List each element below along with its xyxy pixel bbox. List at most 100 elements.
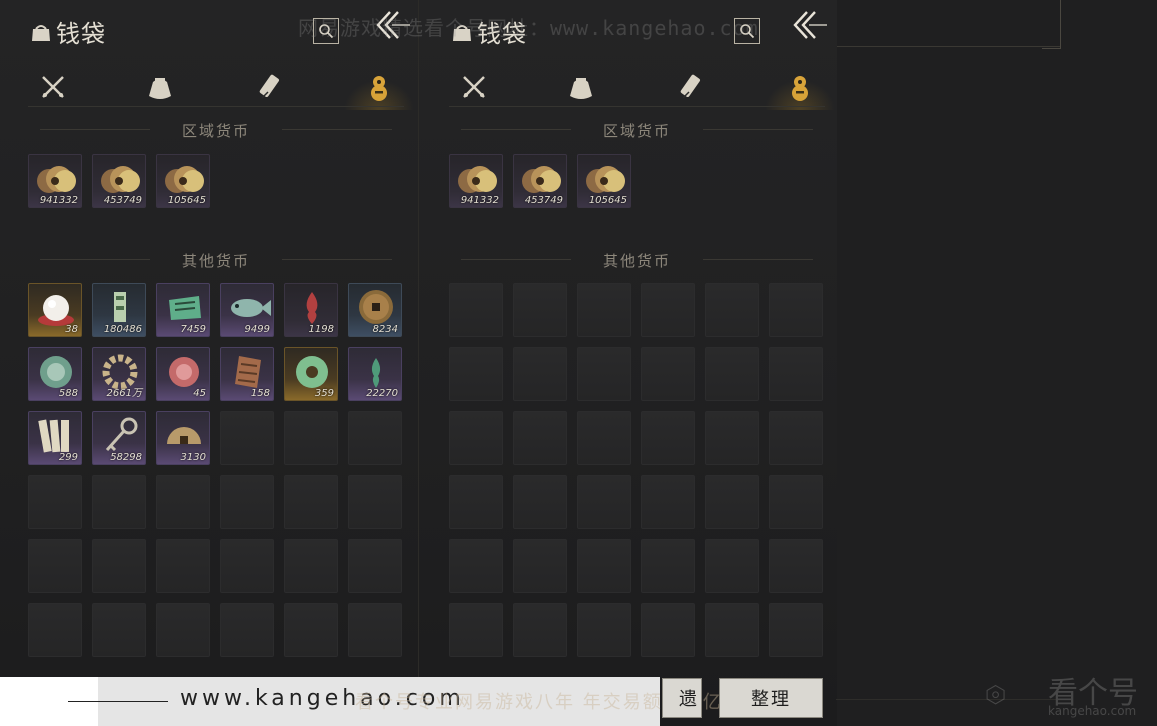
category-tabs-right xyxy=(449,66,835,112)
empty-slot xyxy=(577,283,631,337)
money-pouch-icon xyxy=(570,78,592,99)
empty-slot xyxy=(513,347,567,401)
region-currency-grid-right: 941332 453749 105645 xyxy=(449,154,823,208)
currency-item-slot[interactable]: 941332 xyxy=(28,154,82,208)
item-count: 7459 xyxy=(180,324,206,335)
bamboo-slips-icon xyxy=(38,419,69,453)
item-count: 158 xyxy=(250,388,270,399)
section-title-other-right: 其他货币 xyxy=(449,250,825,271)
currency-item-slot[interactable]: 22270 xyxy=(348,347,402,401)
currency-item-slot[interactable]: 9499 xyxy=(220,283,274,337)
empty-slot xyxy=(513,283,567,337)
currency-item-slot[interactable]: 2661万 xyxy=(92,347,146,401)
tab-currency[interactable] xyxy=(765,66,835,110)
empty-slot xyxy=(449,475,503,529)
page-title: 钱袋 xyxy=(56,20,106,48)
category-tabs xyxy=(28,66,414,112)
empty-slot xyxy=(769,347,823,401)
jade-token-icon xyxy=(114,292,126,322)
currency-item-slot[interactable]: 1198 xyxy=(284,283,338,337)
empty-slot xyxy=(284,475,338,529)
currency-item-slot[interactable]: 453749 xyxy=(513,154,567,208)
currency-item-slot[interactable]: 45 xyxy=(156,347,210,401)
empty-slot xyxy=(641,411,695,465)
empty-slot xyxy=(641,603,695,657)
currency-item-slot[interactable]: 7459 xyxy=(156,283,210,337)
back-arrow-icon[interactable] xyxy=(789,8,829,42)
empty-slot xyxy=(513,411,567,465)
currency-item-slot[interactable]: 3130 xyxy=(156,411,210,465)
empty-slot xyxy=(92,603,146,657)
partial-button[interactable]: 遗 xyxy=(662,678,702,718)
empty-slot xyxy=(577,475,631,529)
wallet-panel-right: 钱袋 区域货币 941332 453749 105645 其他货币 xyxy=(418,0,837,726)
item-count: 105645 xyxy=(167,195,206,206)
item-count: 588 xyxy=(58,388,78,399)
currency-item-slot[interactable]: 453749 xyxy=(92,154,146,208)
empty-slot xyxy=(577,603,631,657)
empty-slot xyxy=(705,347,759,401)
tab-currency[interactable] xyxy=(344,66,414,110)
tab-scroll[interactable] xyxy=(667,66,717,108)
tab-pouch[interactable] xyxy=(135,66,185,108)
currency-item-slot[interactable]: 105645 xyxy=(577,154,631,208)
empty-slot xyxy=(348,603,402,657)
wallet-panel-left: 钱袋 区域货币 941332 453749 105645 其他货币 38 180… xyxy=(0,0,418,726)
item-count: 8234 xyxy=(372,324,398,335)
empty-slot xyxy=(513,539,567,593)
watermark-text: 网易游戏精选看个号网址：www.kangehao.com xyxy=(298,16,759,40)
scroll-icon xyxy=(259,74,279,99)
empty-slot xyxy=(641,283,695,337)
currency-item-slot[interactable]: 180486 xyxy=(92,283,146,337)
empty-slot xyxy=(348,475,402,529)
currency-item-slot[interactable]: 158 xyxy=(220,347,274,401)
sort-button[interactable]: 整理 xyxy=(719,678,823,718)
empty-slot xyxy=(449,283,503,337)
crossed-swords-icon xyxy=(42,76,64,98)
empty-slot xyxy=(220,411,274,465)
empty-slot xyxy=(220,603,274,657)
currency-item-slot[interactable]: 359 xyxy=(284,347,338,401)
jade-disc-icon xyxy=(40,356,72,388)
item-count: 180486 xyxy=(103,324,142,335)
scroll-icon xyxy=(680,74,700,99)
empty-slot xyxy=(449,539,503,593)
currency-item-slot[interactable]: 38 xyxy=(28,283,82,337)
empty-slot xyxy=(705,539,759,593)
coins-icon xyxy=(522,166,561,193)
coins-icon xyxy=(37,166,76,193)
green-flame-icon xyxy=(371,358,381,388)
currency-item-slot[interactable]: 8234 xyxy=(348,283,402,337)
item-count: 58298 xyxy=(110,452,142,463)
empty-slot xyxy=(641,539,695,593)
tab-weapons[interactable] xyxy=(449,66,499,108)
region-currency-grid: 941332 453749 105645 xyxy=(28,154,402,208)
currency-item-slot[interactable]: 58298 xyxy=(92,411,146,465)
section-title-region-right: 区域货币 xyxy=(449,120,825,141)
empty-slot xyxy=(769,475,823,529)
currency-item-slot[interactable]: 588 xyxy=(28,347,82,401)
empty-slot xyxy=(156,475,210,529)
currency-item-slot[interactable]: 105645 xyxy=(156,154,210,208)
empty-slot xyxy=(577,411,631,465)
item-count: 105645 xyxy=(588,195,627,206)
half-coin-icon xyxy=(167,427,201,444)
item-count: 453749 xyxy=(524,195,563,206)
empty-slot xyxy=(156,603,210,657)
empty-slot xyxy=(220,539,274,593)
background-right xyxy=(836,0,1157,726)
currency-item-slot[interactable]: 299 xyxy=(28,411,82,465)
brand-logo-icon xyxy=(986,684,1005,705)
tab-weapons[interactable] xyxy=(28,66,78,108)
currency-item-slot[interactable]: 941332 xyxy=(449,154,503,208)
item-count: 299 xyxy=(58,452,78,463)
tab-pouch[interactable] xyxy=(556,66,606,108)
tab-scroll[interactable] xyxy=(246,66,296,108)
empty-slot xyxy=(769,539,823,593)
money-pouch-icon xyxy=(149,78,171,99)
empty-slot xyxy=(284,411,338,465)
empty-slot xyxy=(577,347,631,401)
empty-slot xyxy=(577,539,631,593)
item-count: 3130 xyxy=(180,452,206,463)
fish-icon xyxy=(231,299,271,317)
